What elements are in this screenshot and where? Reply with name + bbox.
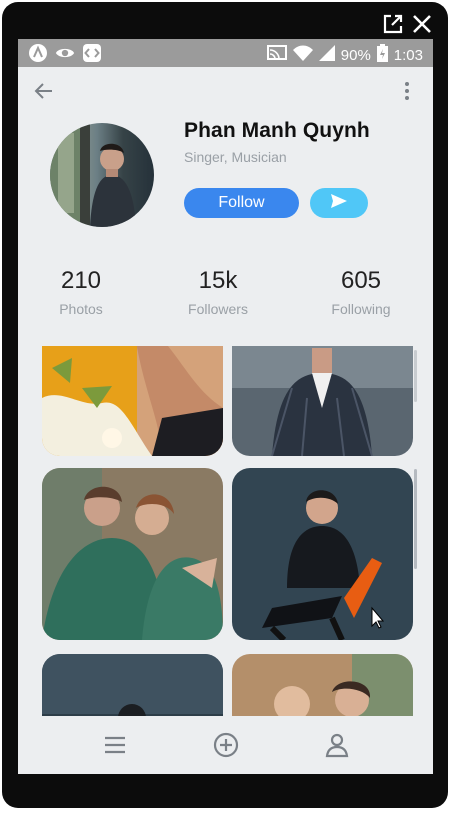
scrollbar-track bbox=[414, 350, 417, 402]
photo-thumbnail[interactable] bbox=[42, 346, 223, 456]
stat-label: Following bbox=[331, 301, 391, 317]
arrow-left-icon[interactable] bbox=[32, 79, 56, 103]
signal-icon bbox=[318, 45, 335, 65]
open-external-icon[interactable] bbox=[381, 12, 405, 36]
profile-icon[interactable] bbox=[323, 731, 351, 759]
stat-value: 605 bbox=[340, 267, 382, 294]
eye-icon bbox=[55, 43, 75, 63]
avatar bbox=[50, 123, 154, 227]
app-screen: 90% 1:03 Phan Manh Quynh Singer, Musicia… bbox=[18, 39, 433, 774]
cast-icon bbox=[266, 45, 287, 65]
app-a-icon bbox=[28, 43, 48, 63]
add-circle-icon[interactable] bbox=[212, 731, 240, 759]
menu-icon[interactable] bbox=[101, 731, 129, 759]
stat-label: Followers bbox=[188, 301, 248, 317]
stat-following[interactable]: 605 Following bbox=[306, 267, 416, 317]
profile-subtitle: Singer, Musician bbox=[184, 149, 287, 165]
stat-value: 15k bbox=[198, 267, 238, 294]
stat-photos[interactable]: 210 Photos bbox=[26, 267, 136, 317]
stat-label: Photos bbox=[59, 301, 103, 317]
photo-thumbnail[interactable] bbox=[232, 468, 413, 640]
status-bar: 90% 1:03 bbox=[18, 39, 433, 67]
more-vertical-icon[interactable] bbox=[395, 79, 419, 103]
clock: 1:03 bbox=[393, 46, 423, 64]
send-message-button[interactable] bbox=[310, 188, 368, 218]
app-bar bbox=[18, 67, 433, 115]
battery-icon bbox=[376, 44, 388, 66]
bottom-navigation bbox=[18, 717, 433, 774]
profile-name: Phan Manh Quynh bbox=[184, 119, 370, 142]
photo-thumbnail[interactable] bbox=[232, 654, 413, 716]
code-icon bbox=[82, 43, 102, 63]
photo-thumbnail[interactable] bbox=[42, 468, 223, 640]
send-icon bbox=[331, 193, 347, 213]
photo-thumbnail[interactable] bbox=[42, 654, 223, 716]
photo-grid bbox=[18, 346, 433, 716]
photo-thumbnail[interactable] bbox=[232, 346, 413, 456]
wifi-icon bbox=[292, 45, 313, 65]
stat-followers[interactable]: 15k Followers bbox=[163, 267, 273, 317]
scrollbar[interactable] bbox=[414, 469, 417, 569]
close-icon[interactable] bbox=[410, 12, 434, 36]
follow-button[interactable]: Follow bbox=[184, 188, 299, 218]
stat-value: 210 bbox=[60, 267, 102, 294]
battery-level: 90% bbox=[340, 46, 371, 64]
